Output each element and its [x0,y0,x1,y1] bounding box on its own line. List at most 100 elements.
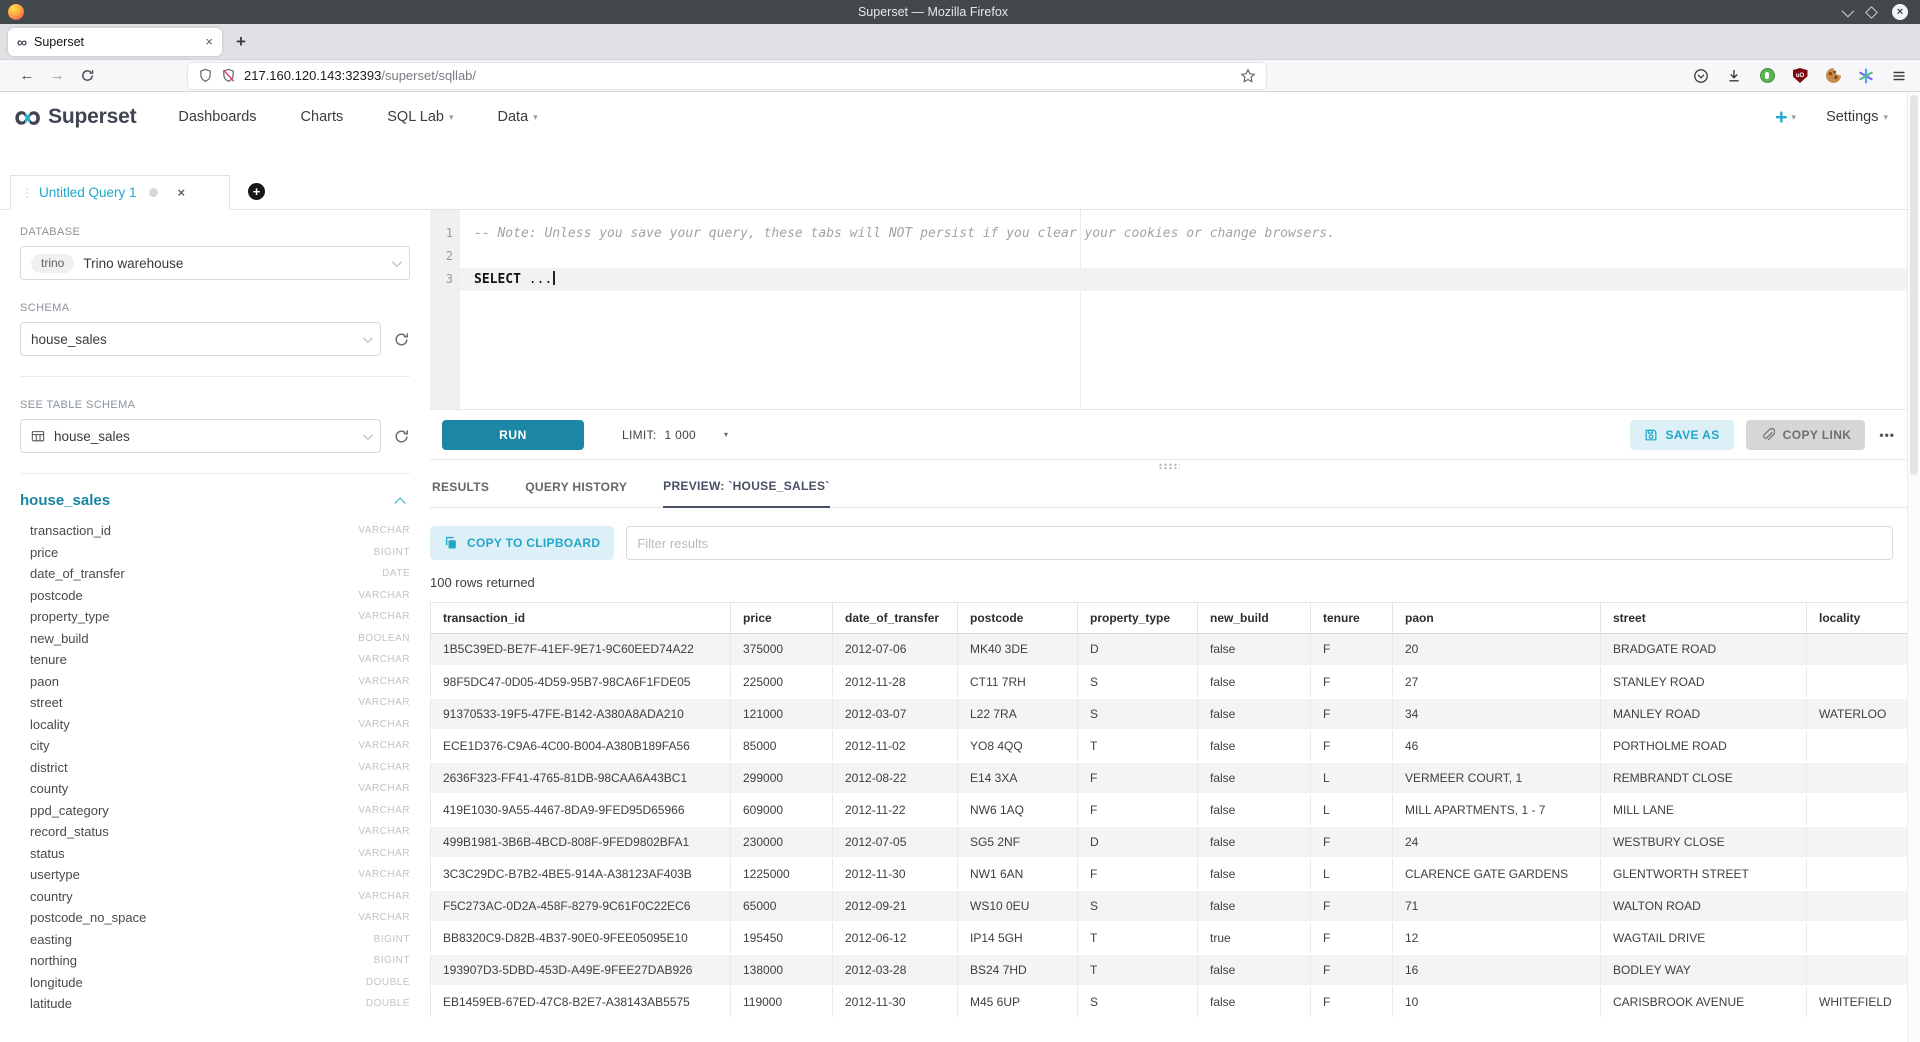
table-row[interactable]: ECE1D376-C9A6-4C00-B004-A380B189FA568500… [431,730,1908,762]
table-row[interactable]: 193907D3-5DBD-453D-A49E-9FEE27DAB9261380… [431,954,1908,986]
query-tab-close-icon[interactable]: × [178,185,186,200]
page-scrollbar[interactable] [1907,92,1920,1042]
downloads-icon[interactable] [1725,67,1743,85]
tab-close-icon[interactable]: × [205,34,213,49]
table-row[interactable]: 91370533-19F5-47FE-B142-A380A8ADA2101210… [431,698,1908,730]
schema-column[interactable]: statusVARCHAR [20,843,410,865]
table-row[interactable]: 419E1030-9A55-4467-8DA9-9FED95D659666090… [431,794,1908,826]
database-select[interactable]: trino Trino warehouse [20,246,410,280]
editor-line[interactable] [460,245,1907,268]
tab-preview[interactable]: PREVIEW: `HOUSE_SALES` [663,479,829,508]
table-name-header[interactable]: house_sales [20,492,110,509]
schema-column[interactable]: usertypeVARCHAR [20,864,410,886]
schema-column[interactable]: postcodeVARCHAR [20,585,410,607]
greasemonkey-extension-icon[interactable] [1758,67,1776,85]
editor-code[interactable]: -- Note: Unless you save your query, the… [460,210,1907,409]
nav-item-data[interactable]: Data▾ [498,109,538,125]
copy-to-clipboard-button[interactable]: COPY TO CLIPBOARD [430,526,614,560]
editor-line[interactable]: -- Note: Unless you save your query, the… [460,222,1907,245]
bookmark-star-icon[interactable] [1240,68,1256,84]
shield-off-icon[interactable] [221,68,236,83]
settings-menu[interactable]: Settings ▾ [1826,109,1888,125]
table-row[interactable]: 1B5C39ED-BE7F-41EF-9E71-9C60EED74A223750… [431,634,1908,666]
schema-column[interactable]: countyVARCHAR [20,778,410,800]
limit-dropdown[interactable]: LIMIT: 1 000 ▾ [622,428,728,442]
shield-icon[interactable] [198,68,213,83]
table-row[interactable]: 98F5DC47-0D05-4D59-95B7-98CA6F1FDE052250… [431,666,1908,698]
nav-item-dashboards[interactable]: Dashboards [178,109,256,125]
url-text[interactable]: 217.160.120.143:32393/superset/sqllab/ [244,68,476,83]
table-row[interactable]: BB8320C9-D82B-4B37-90E0-9FEE05095E101954… [431,922,1908,954]
table-schema-select[interactable]: house_sales [20,419,381,453]
table-row[interactable]: 499B1981-3B6B-4BCD-808F-9FED9802BFA12300… [431,826,1908,858]
pane-resize-handle[interactable] [1158,463,1180,470]
column-header[interactable]: paon [1393,603,1601,634]
query-tab[interactable]: ⋮ Untitled Query 1 × [10,175,230,210]
schema-column[interactable]: record_statusVARCHAR [20,821,410,843]
menu-hamburger-icon[interactable] [1890,67,1908,85]
column-header[interactable]: locality [1807,603,1908,634]
window-close-icon[interactable]: × [1892,4,1908,20]
new-tab-button[interactable]: + [236,32,246,52]
spark-extension-icon[interactable] [1857,67,1875,85]
column-header[interactable]: street [1601,603,1807,634]
more-options-button[interactable]: ••• [1879,428,1895,442]
url-bar[interactable]: 217.160.120.143:32393/superset/sqllab/ [188,63,1266,89]
back-button[interactable]: ← [12,63,42,89]
tab-results[interactable]: RESULTS [432,480,489,507]
schema-column[interactable]: latitudeDOUBLE [20,993,410,1015]
schema-column[interactable]: priceBIGINT [20,542,410,564]
schema-column[interactable]: districtVARCHAR [20,757,410,779]
tab-query-history[interactable]: QUERY HISTORY [525,480,627,507]
cookie-extension-icon[interactable] [1824,67,1842,85]
reload-button[interactable] [72,63,102,89]
save-as-button[interactable]: SAVE AS [1630,420,1734,450]
schema-column[interactable]: cityVARCHAR [20,735,410,757]
filter-results-input[interactable] [626,526,1893,560]
collapse-chevron-icon[interactable] [394,497,405,508]
table-row[interactable]: F5C273AC-0D2A-458F-8279-9C61F0C22EC66500… [431,890,1908,922]
schema-column[interactable]: property_typeVARCHAR [20,606,410,628]
table-row[interactable]: 3C3C29DC-B7B2-4BE5-914A-A38123AF403B1225… [431,858,1908,890]
table-row[interactable]: EB1459EB-67ED-47C8-B2E7-A38143AB55751190… [431,986,1908,1018]
schema-column[interactable]: transaction_idVARCHAR [20,520,410,542]
schema-column[interactable]: streetVARCHAR [20,692,410,714]
schema-column[interactable]: northingBIGINT [20,950,410,972]
sql-editor[interactable]: 123 -- Note: Unless you save your query,… [430,210,1907,410]
superset-logo[interactable]: ∞ Superset [14,103,136,131]
nav-item-sql-lab[interactable]: SQL Lab▾ [387,109,453,125]
forward-button[interactable]: → [42,63,72,89]
column-header[interactable]: tenure [1311,603,1393,634]
window-maximize-icon[interactable] [1865,6,1878,19]
schema-column[interactable]: paonVARCHAR [20,671,410,693]
ublock-extension-icon[interactable]: uO [1791,67,1809,85]
column-header[interactable]: price [731,603,833,634]
schema-column[interactable]: date_of_transferDATE [20,563,410,585]
schema-column[interactable]: longitudeDOUBLE [20,972,410,994]
nav-item-charts[interactable]: Charts [301,109,344,125]
schema-column[interactable]: ppd_categoryVARCHAR [20,800,410,822]
column-header[interactable]: property_type [1078,603,1198,634]
schema-column[interactable]: countryVARCHAR [20,886,410,908]
add-query-tab-button[interactable]: + [248,183,265,200]
refresh-schema-icon[interactable] [393,331,410,348]
window-minimize-icon[interactable] [1842,4,1855,17]
pocket-icon[interactable] [1692,67,1710,85]
schema-column[interactable]: tenureVARCHAR [20,649,410,671]
run-button[interactable]: RUN [442,420,584,450]
schema-column[interactable]: postcode_no_spaceVARCHAR [20,907,410,929]
schema-column[interactable]: localityVARCHAR [20,714,410,736]
column-header[interactable]: postcode [958,603,1078,634]
copy-link-button[interactable]: COPY LINK [1746,420,1866,450]
editor-line[interactable]: SELECT ... [460,268,1907,291]
refresh-table-icon[interactable] [393,428,410,445]
schema-column[interactable]: new_buildBOOLEAN [20,628,410,650]
column-header[interactable]: transaction_id [431,603,731,634]
column-header[interactable]: date_of_transfer [833,603,958,634]
new-item-button[interactable]: + ▾ [1775,107,1796,128]
schema-select[interactable]: house_sales [20,322,381,356]
browser-tab[interactable]: ∞ Superset × [8,28,222,56]
schema-column[interactable]: eastingBIGINT [20,929,410,951]
table-row[interactable]: 2636F323-FF41-4765-81DB-98CAA6A43BC12990… [431,762,1908,794]
column-header[interactable]: new_build [1198,603,1311,634]
